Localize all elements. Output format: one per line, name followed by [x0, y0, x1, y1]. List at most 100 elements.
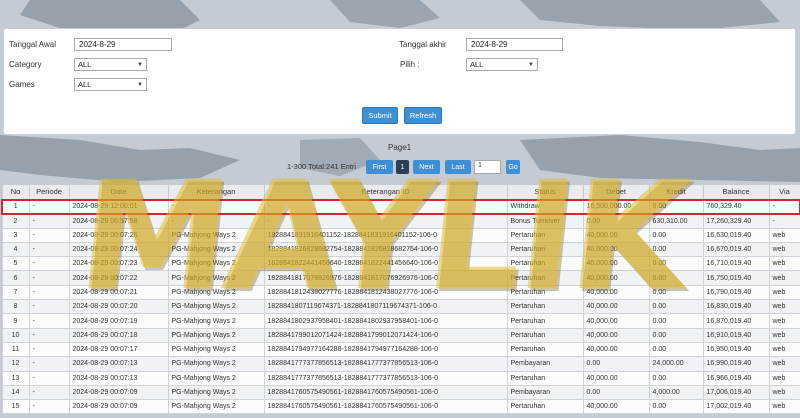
- cell-kredit: 0.00: [648, 399, 704, 415]
- cell-keterangan-id[interactable]: 1828841777377856513-1828841777377856513-…: [263, 356, 508, 372]
- cell-status: Bonus Turnover: [506, 213, 584, 229]
- cell-via: web: [768, 384, 800, 401]
- category-select-value: ALL: [78, 60, 92, 69]
- column-header: Debet: [582, 184, 650, 200]
- cell-keterangan: PG-Mahjong Ways 2: [167, 399, 265, 415]
- current-page-button[interactable]: 1: [396, 160, 409, 174]
- cell-keterangan-id[interactable]: 1828841831916401152-1828841831916401152-…: [263, 227, 508, 243]
- refresh-button[interactable]: Refresh: [404, 107, 442, 124]
- cell-kredit: 0.00: [648, 313, 704, 329]
- next-page-button[interactable]: Next: [413, 160, 440, 174]
- table-row[interactable]: 1-2024-08-29 12:00:01- - Withdraw 16,500,00…: [1, 198, 800, 215]
- cell-keterangan-id[interactable]: 1828841794977164288-1828841794977164288-…: [263, 341, 508, 358]
- table-row[interactable]: 6-2024-08-29 00:07:22 PG-Mahjong Ways 2 18…: [1, 270, 800, 286]
- cell-keterangan-id[interactable]: 1828841812438027776-1828841812438027776-…: [263, 284, 508, 301]
- cell-keterangan-id[interactable]: 1828841760575490561-1828841760575490561-…: [263, 399, 508, 415]
- cell-kredit: 0.00: [648, 198, 704, 215]
- table-row[interactable]: 10-2024-08-29 00:07:18 PG-Mahjong Ways 21…: [1, 327, 800, 343]
- cell-debet: 40,000.00: [582, 370, 650, 386]
- cell-via: web: [768, 399, 800, 415]
- pilih-select[interactable]: ALL ▼: [466, 58, 538, 71]
- games-label: Games: [9, 80, 35, 89]
- cell-periode: -: [28, 198, 70, 215]
- cell-periode: -: [28, 384, 70, 401]
- cell-keterangan-id[interactable]: 1828841822441456640-1828841822441456640-…: [263, 256, 508, 272]
- cell-keterangan-id[interactable]: 1828841817076926976-1828841817076926976-…: [263, 270, 508, 286]
- column-header: Keterangan ID: [263, 184, 508, 200]
- cell-no: 15: [1, 399, 30, 415]
- cell-via: web: [768, 341, 800, 358]
- games-select[interactable]: ALL ▼: [74, 78, 147, 91]
- transaction-table: No Periode Date Keterangan Keterangan ID Stat…: [1, 184, 800, 415]
- table-row[interactable]: 5-2024-08-29 00:07:23 PG-Mahjong Ways 2 18…: [1, 256, 800, 272]
- cell-via: web: [768, 327, 800, 343]
- cell-keterangan-id[interactable]: 1828841826828682754-1828841826828682754-…: [263, 241, 508, 258]
- cell-status: Withdraw: [506, 198, 584, 215]
- cell-keterangan: -: [167, 198, 265, 215]
- filter-panel: Tanggal Awal 2024-8-29 Tanggal akhir 202…: [3, 28, 796, 135]
- tanggal-akhir-input[interactable]: 2024-8-29: [466, 38, 563, 51]
- cell-via: web: [768, 270, 800, 286]
- table-row[interactable]: 14-2024-08-29 00:07:09 PG-Mahjong Ways 21…: [1, 384, 800, 401]
- cell-periode: -: [28, 370, 70, 386]
- cell-via: web: [768, 227, 800, 243]
- chevron-down-icon: ▼: [528, 61, 534, 68]
- cell-balance: 16,670,019.40: [702, 241, 770, 258]
- page-label: Page1: [388, 143, 412, 152]
- cell-date: 2024-08-29 00:07:17: [68, 341, 169, 358]
- cell-kredit: 0.00: [648, 270, 704, 286]
- chevron-down-icon: ▼: [137, 61, 143, 68]
- cell-periode: -: [28, 241, 70, 258]
- table-row[interactable]: 13-2024-08-29 00:07:13 PG-Mahjong Ways 21…: [1, 370, 800, 386]
- cell-debet: 0.00: [582, 384, 650, 401]
- cell-status: Pembayaran: [506, 384, 584, 401]
- cell-via: -: [768, 198, 800, 215]
- cell-balance: 16,830,019.40: [702, 299, 770, 315]
- cell-balance: 16,790,019.40: [702, 284, 770, 301]
- table-row[interactable]: 7-2024-08-29 00:07:21 PG-Mahjong Ways 2 18…: [1, 284, 800, 301]
- table-row[interactable]: 2-2024-08-29 06:57:58- - Bonus Turnover 0.0…: [1, 213, 800, 229]
- cell-keterangan-id[interactable]: 1828841760575490561-1828841760575490561-…: [263, 384, 508, 401]
- table-row[interactable]: 11-2024-08-29 00:07:17 PG-Mahjong Ways 21…: [1, 341, 800, 358]
- cell-keterangan-id[interactable]: 1828841799012071424-1828841799012071424-…: [263, 327, 508, 343]
- table-row[interactable]: 12-2024-08-29 00:07:13 PG-Mahjong Ways 21…: [1, 356, 800, 372]
- cell-debet: 16,500,000.00: [582, 198, 650, 215]
- cell-balance: 16,870,019.40: [702, 313, 770, 329]
- cell-keterangan-id[interactable]: 1828841807119674371-1828841807119674371-…: [263, 299, 508, 315]
- page-number-input[interactable]: 1: [474, 160, 501, 174]
- cell-status: Pertaruhan: [506, 341, 584, 358]
- cell-keterangan: PG-Mahjong Ways 2: [167, 299, 265, 315]
- last-page-button[interactable]: Last: [445, 160, 471, 174]
- cell-balance: 760,329.40: [702, 198, 770, 215]
- tanggal-awal-input[interactable]: 2024-8-29: [74, 38, 172, 51]
- cell-keterangan: PG-Mahjong Ways 2: [167, 270, 265, 286]
- cell-balance: 17,006,019.40: [702, 384, 770, 401]
- go-button[interactable]: Go: [506, 160, 520, 174]
- cell-balance: 16,910,019.40: [702, 327, 770, 343]
- table-row[interactable]: 4-2024-08-29 00:07:24 PG-Mahjong Ways 2 18…: [1, 241, 800, 258]
- cell-date: 2024-08-29 00:07:13: [68, 356, 169, 372]
- table-row[interactable]: 3-2024-08-29 00:07:26 PG-Mahjong Ways 2 18…: [1, 227, 800, 243]
- cell-keterangan-id[interactable]: 1828841777377856513-1828841777377856513-…: [263, 370, 508, 386]
- table-row[interactable]: 9-2024-08-29 00:07:19 PG-Mahjong Ways 2 18…: [1, 313, 800, 329]
- cell-status: Pertaruhan: [506, 284, 584, 301]
- cell-debet: 40,000.00: [582, 313, 650, 329]
- cell-status: Pertaruhan: [506, 370, 584, 386]
- cell-keterangan-id[interactable]: 1828841802937958401-1828841802937958401-…: [263, 313, 508, 329]
- table-row[interactable]: 8-2024-08-29 00:07:20 PG-Mahjong Ways 2 18…: [1, 299, 800, 315]
- cell-keterangan-id: -: [263, 213, 508, 229]
- cell-no: 7: [1, 284, 30, 301]
- cell-kredit: 0.00: [648, 341, 704, 358]
- cell-via: web: [768, 284, 800, 301]
- tanggal-akhir-label: Tanggal akhir: [399, 40, 447, 49]
- cell-date: 2024-08-29 00:07:22: [68, 270, 169, 286]
- cell-periode: -: [28, 356, 70, 372]
- table-row[interactable]: 15-2024-08-29 00:07:09 PG-Mahjong Ways 21…: [1, 399, 800, 415]
- cell-keterangan: PG-Mahjong Ways 2: [167, 356, 265, 372]
- submit-button[interactable]: Submit: [362, 107, 398, 124]
- cell-balance: 16,630,019.40: [702, 227, 770, 243]
- first-page-button[interactable]: First: [366, 160, 393, 174]
- cell-periode: -: [28, 313, 70, 329]
- cell-balance: 16,750,019.40: [702, 270, 770, 286]
- category-select[interactable]: ALL ▼: [74, 58, 147, 71]
